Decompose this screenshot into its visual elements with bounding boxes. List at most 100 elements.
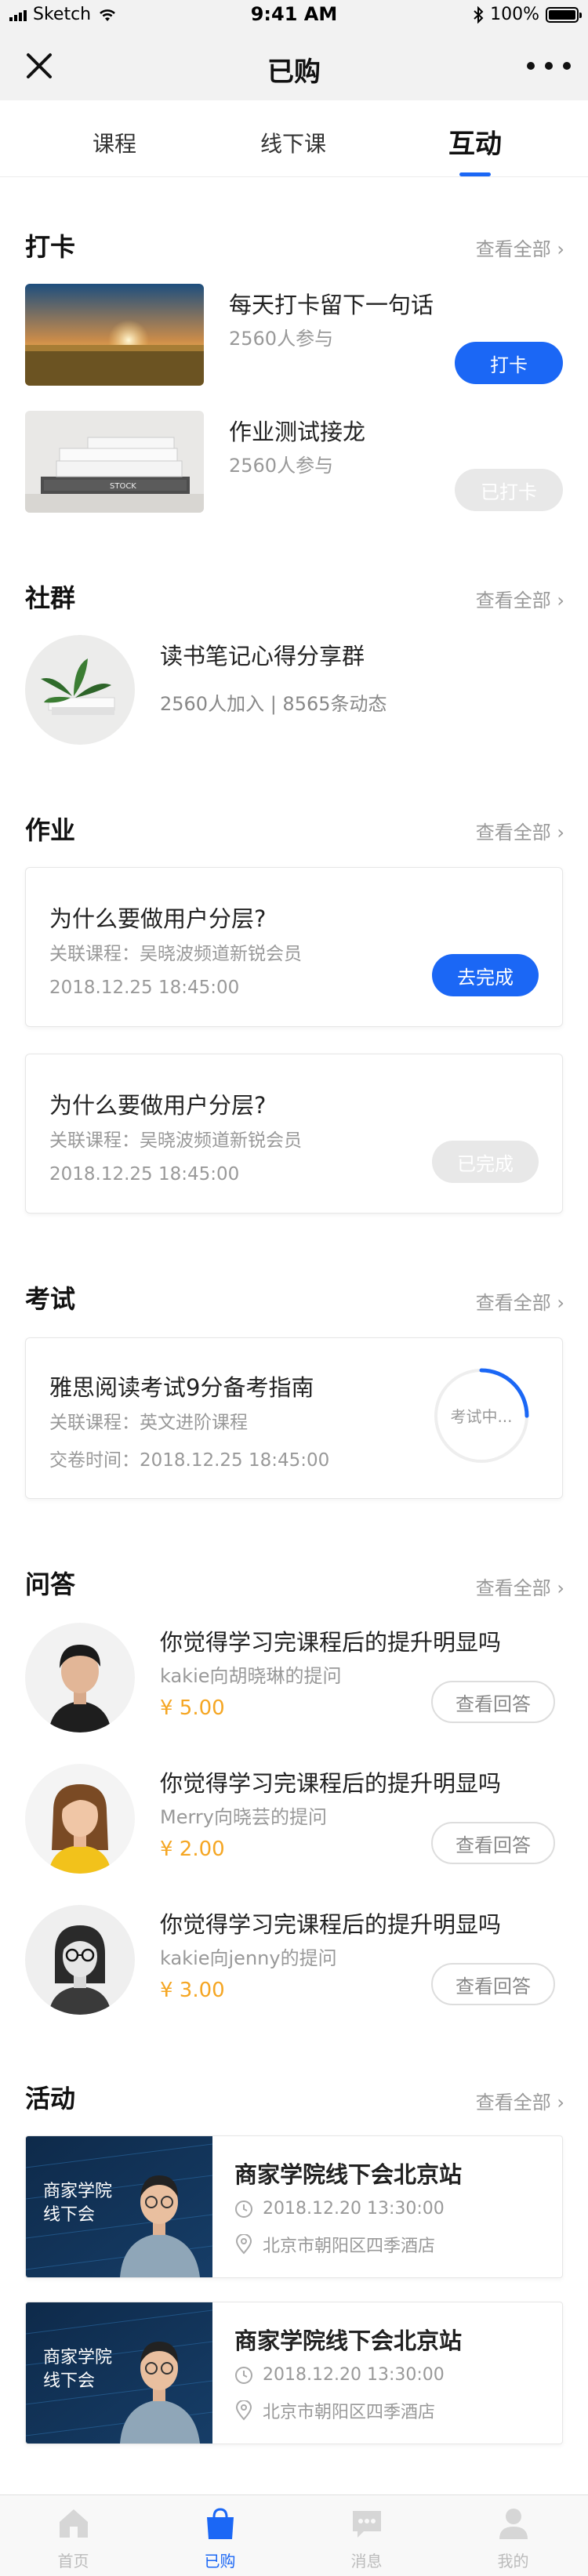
activity-section-title: 活动 (25, 2084, 76, 2113)
qa-asker: Merry向晓芸的提问 (160, 1806, 327, 1828)
qa-question[interactable]: 你觉得学习完课程后的提升明显吗 (160, 1907, 501, 1939)
tabbar-label: 已购 (204, 2552, 236, 2571)
activity-image: 商家学院 线下会 (26, 2302, 212, 2444)
activity-image-text: 商家学院 线下会 (43, 2182, 113, 2225)
homework-course: 关联课程：吴晓波频道新锐会员 (49, 944, 302, 964)
view-answer-button[interactable]: 查看回答 (431, 1963, 555, 2005)
bag-icon (207, 2508, 234, 2539)
activity-location-row: 北京市朝阳区四季酒店 (234, 2232, 435, 2257)
tabbar-label: 消息 (350, 2552, 383, 2571)
tab-interaction[interactable]: 互动 (448, 122, 502, 161)
view-answer-button[interactable]: 查看回答 (431, 1822, 555, 1864)
close-button[interactable] (19, 45, 60, 86)
checkin-item-participants: 2560人参与 (229, 328, 334, 350)
activity-datetime-row: 2018.12.20 13:30:00 (234, 2199, 445, 2219)
location-pin-icon (235, 2400, 252, 2421)
homework-time: 2018.12.25 18:45:00 (49, 978, 240, 998)
qa-section-title: 问答 (25, 1569, 76, 1599)
location-pin-icon (235, 2234, 252, 2255)
homework-see-all[interactable]: 查看全部 › (476, 817, 564, 844)
qa-price: ¥ 3.00 (160, 1979, 225, 2002)
checkin-button[interactable]: 打卡 (455, 342, 563, 384)
qa-asker: kakie向胡晓琳的提问 (160, 1665, 342, 1687)
homework-card[interactable]: 为什么要做用户分层? 关联课程：吴晓波频道新锐会员 2018.12.25 18:… (25, 867, 563, 1027)
tabbar-label: 我的 (497, 2552, 529, 2571)
activity-see-all[interactable]: 查看全部 › (476, 2087, 564, 2114)
home-icon (60, 2509, 88, 2538)
activity-title: 商家学院线下会北京站 (234, 2327, 463, 2354)
tabbar-item-home[interactable]: 首页 (0, 2495, 147, 2576)
svg-text:STOCK: STOCK (110, 482, 136, 491)
tabbar-item-messages[interactable]: 消息 (293, 2495, 440, 2576)
activity-location: 北京市朝阳区四季酒店 (263, 2403, 436, 2422)
checkin-section-title: 打卡 (25, 232, 76, 262)
checkin-item-participants: 2560人参与 (229, 455, 334, 477)
activity-location-row: 北京市朝阳区四季酒店 (234, 2398, 435, 2423)
man-avatar-image (25, 1623, 135, 1732)
tab-bar: 课程 线下课 互动 (0, 100, 588, 177)
qa-avatar[interactable] (25, 1764, 135, 1874)
activity-image: 商家学院 线下会 (26, 2136, 212, 2277)
activity-location: 北京市朝阳区四季酒店 (263, 2237, 436, 2256)
tabbar-item-me[interactable]: 我的 (440, 2495, 586, 2576)
qa-see-all[interactable]: 查看全部 › (476, 1573, 564, 1600)
activity-image-text: 商家学院 线下会 (43, 2348, 113, 2391)
status-bar: Sketch 9:41 AM 100% (0, 0, 588, 31)
clock-icon (235, 2200, 252, 2218)
battery-percent: 100% (490, 5, 539, 24)
activity-card[interactable]: 商家学院 线下会 商家学院线下会北京站 2018.12.20 13:30:00 … (25, 2135, 563, 2278)
bottom-tabbar: 首页 已购 消息 我的 (0, 2494, 588, 2576)
exam-title: 雅思阅读考试9分备考指南 (49, 1374, 314, 1401)
community-group-stats: 2560人加入 | 8565条动态 (160, 693, 387, 715)
plant-image (25, 635, 135, 745)
activity-title: 商家学院线下会北京站 (234, 2161, 463, 2188)
homework-title: 为什么要做用户分层? (49, 905, 267, 932)
exam-progress-ring: 考试中... (432, 1366, 531, 1465)
bluetooth-icon (474, 5, 484, 24)
activity-datetime: 2018.12.20 13:30:00 (263, 2199, 445, 2219)
homework-course: 关联课程：吴晓波频道新锐会员 (49, 1130, 302, 1151)
woman-avatar-image (25, 1764, 135, 1874)
checked-in-button: 已打卡 (455, 469, 563, 511)
qa-question[interactable]: 你觉得学习完课程后的提升明显吗 (160, 1624, 501, 1657)
tabbar-label: 首页 (57, 2552, 89, 2571)
community-group-avatar[interactable] (25, 635, 135, 745)
tab-offline[interactable]: 线下课 (260, 127, 326, 158)
community-see-all[interactable]: 查看全部 › (476, 585, 564, 612)
battery-icon (546, 6, 582, 23)
more-icon (527, 62, 535, 70)
tab-courses[interactable]: 课程 (93, 127, 136, 158)
homework-complete-button[interactable]: 去完成 (432, 954, 539, 996)
more-button[interactable] (527, 49, 571, 83)
navbar: 已购 (0, 31, 588, 100)
activity-datetime-row: 2018.12.20 13:30:00 (234, 2365, 445, 2385)
activity-datetime: 2018.12.20 13:30:00 (263, 2365, 445, 2385)
checkin-see-all[interactable]: 查看全部 › (476, 234, 564, 261)
activity-card[interactable]: 商家学院 线下会 商家学院线下会北京站 2018.12.20 13:30:00 … (25, 2302, 563, 2444)
qa-question[interactable]: 你觉得学习完课程后的提升明显吗 (160, 1765, 501, 1798)
exam-course: 关联课程：英文进阶课程 (49, 1413, 248, 1433)
exam-section-title: 考试 (25, 1284, 76, 1314)
tabbar-item-purchased[interactable]: 已购 (147, 2495, 293, 2576)
sunset-image (25, 284, 204, 386)
checkin-thumb-books[interactable]: STOCK (25, 411, 204, 513)
community-group-name[interactable]: 读书笔记心得分享群 (160, 638, 365, 671)
books-image: STOCK (25, 411, 204, 513)
qa-price: ¥ 2.00 (160, 1838, 225, 1861)
status-right: 100% (473, 5, 582, 24)
qa-avatar[interactable] (25, 1905, 135, 2015)
exam-status: 考试中... (450, 1407, 513, 1426)
close-icon (27, 53, 52, 78)
checkin-thumb-sunset[interactable] (25, 284, 204, 386)
view-answer-button[interactable]: 查看回答 (431, 1681, 555, 1723)
community-section-title: 社群 (25, 583, 76, 613)
checkin-item-title: 每天打卡留下一句话 (229, 292, 434, 318)
exam-card[interactable]: 雅思阅读考试9分备考指南 关联课程：英文进阶课程 交卷时间：2018.12.25… (25, 1337, 563, 1499)
homework-title: 为什么要做用户分层? (49, 1092, 267, 1119)
homework-card[interactable]: 为什么要做用户分层? 关联课程：吴晓波频道新锐会员 2018.12.25 18:… (25, 1054, 563, 1214)
homework-time: 2018.12.25 18:45:00 (49, 1164, 240, 1185)
qa-avatar[interactable] (25, 1623, 135, 1732)
qa-asker: kakie向jenny的提问 (160, 1947, 337, 1969)
glasses-woman-avatar-image (25, 1905, 135, 2015)
exam-see-all[interactable]: 查看全部 › (476, 1287, 564, 1315)
